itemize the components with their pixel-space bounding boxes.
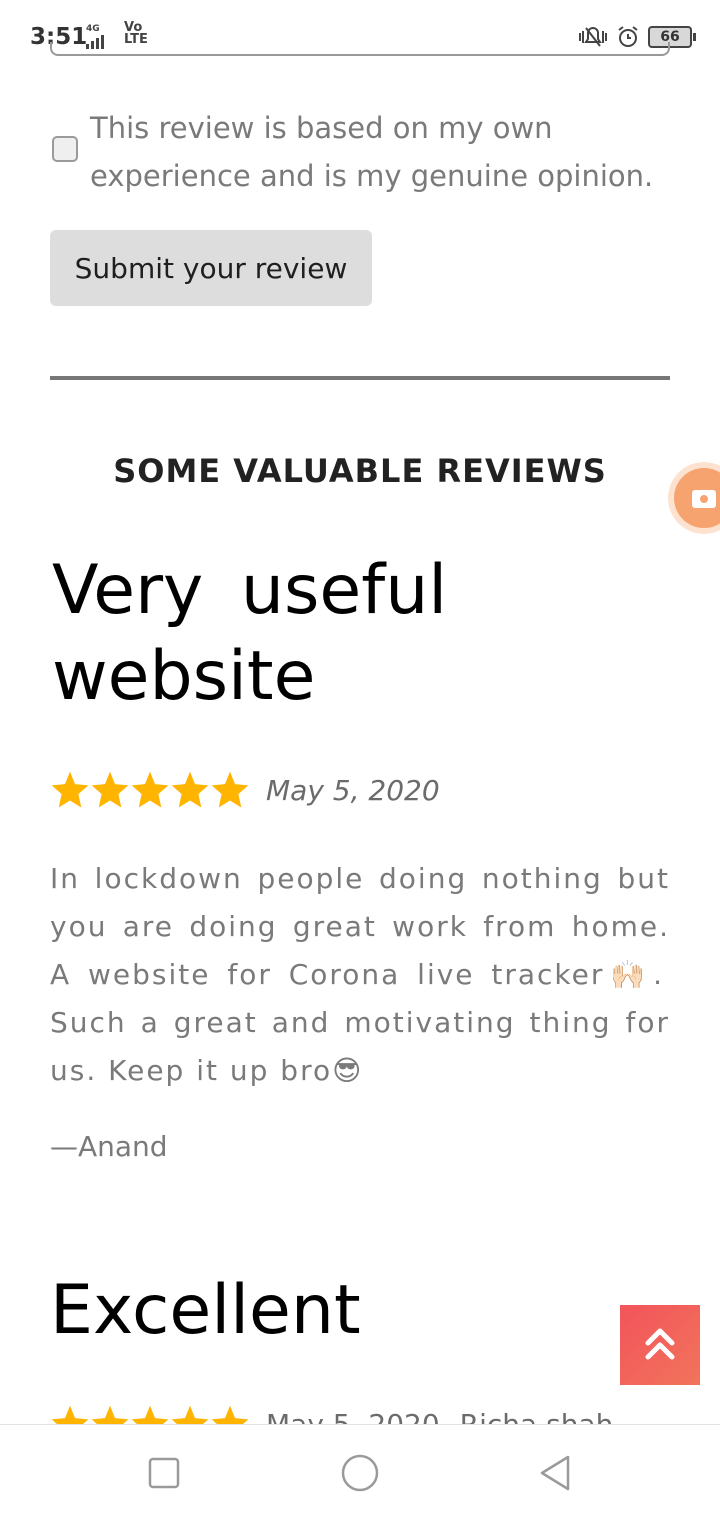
review-rating: May 5, 2020 Richa shah	[50, 1400, 670, 1426]
star-icon	[91, 771, 129, 808]
camera-icon	[674, 468, 720, 528]
star-icon	[51, 1405, 89, 1426]
recents-square-icon[interactable]	[142, 1451, 186, 1495]
star-icon	[131, 771, 169, 808]
review-rating: May 5, 2020	[50, 770, 440, 810]
system-nav-bar	[0, 1424, 720, 1520]
review-body: In lockdown people doing nothing but you…	[50, 862, 670, 1087]
star-icon	[131, 1405, 169, 1426]
review-textarea-edge[interactable]	[50, 42, 670, 56]
section-divider	[50, 376, 670, 380]
review-author: —Anand	[50, 1130, 168, 1163]
star-icon	[171, 1405, 209, 1426]
network-type: 4G	[86, 24, 100, 34]
review-date: May 5, 2020	[266, 773, 440, 807]
submit-review-button[interactable]: Submit your review	[50, 230, 372, 306]
double-chevron-up-icon	[645, 1328, 675, 1360]
star-icon	[91, 1405, 129, 1426]
scroll-to-top-button[interactable]	[620, 1305, 700, 1385]
review-title: Excellent	[50, 1271, 361, 1350]
reviews-heading: SOME VALUABLE REVIEWS	[113, 452, 607, 490]
back-triangle-icon[interactable]	[534, 1451, 578, 1495]
star-icon	[211, 1405, 249, 1426]
home-circle-icon[interactable]	[338, 1451, 382, 1495]
star-icon	[171, 771, 209, 808]
consent-checkbox[interactable]	[52, 136, 78, 162]
star-icon	[51, 771, 89, 808]
consent-label: This review is based on my own experienc…	[90, 111, 654, 193]
review-title: Very useful website	[52, 551, 448, 716]
status-bar: 3:51 4G Vo LTE 66	[0, 0, 720, 72]
star-icon	[211, 771, 249, 808]
